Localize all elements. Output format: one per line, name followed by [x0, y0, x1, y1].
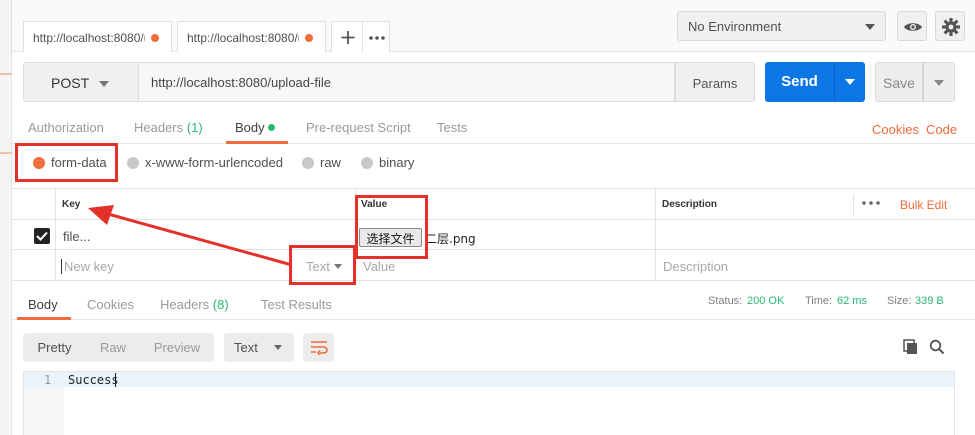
view-pretty-button[interactable]: Pretty: [23, 333, 86, 362]
environment-select[interactable]: No Environment: [677, 11, 886, 41]
chevron-down-icon: [99, 81, 109, 87]
check-icon: [36, 231, 48, 241]
bulk-edit-link[interactable]: Bulk Edit: [900, 198, 947, 212]
response-tab-cookies[interactable]: Cookies: [87, 297, 134, 312]
size-value: 339 B: [915, 295, 944, 307]
chevron-down-icon: [865, 24, 875, 30]
environment-quick-look-button[interactable]: [897, 11, 927, 41]
unsaved-dot: [305, 34, 313, 42]
view-preview-button[interactable]: Preview: [140, 333, 214, 362]
method-select[interactable]: POST: [23, 62, 139, 102]
body-indicator-dot: [268, 124, 275, 131]
unsaved-dot: [151, 34, 159, 42]
active-tab-indicator: [226, 141, 288, 144]
save-button[interactable]: Save: [875, 62, 923, 102]
tab-body[interactable]: Body: [235, 120, 265, 135]
sidebar-edge: [0, 0, 12, 435]
response-tab-headers[interactable]: Headers (8): [160, 297, 229, 312]
send-options-button[interactable]: [834, 62, 865, 102]
method-label: POST: [51, 75, 90, 91]
active-tab-indicator: [17, 317, 71, 320]
annotation-box: [15, 143, 118, 182]
format-select-label: Text: [234, 340, 258, 355]
time-label: Time:: [805, 295, 833, 307]
size-label: Size:: [887, 295, 912, 307]
text-cursor: [61, 259, 62, 274]
more-tabs-button[interactable]: [362, 21, 390, 52]
annotation-box: [289, 245, 356, 285]
chevron-down-icon: [274, 345, 282, 350]
radio-urlencoded[interactable]: [127, 157, 139, 169]
tab-tests[interactable]: Tests: [437, 120, 467, 135]
chevron-down-icon: [845, 79, 855, 85]
request-tab-title: http://localhost:8080/upload-file: [187, 31, 299, 45]
column-divider: [853, 194, 854, 216]
request-tab-2[interactable]: http://localhost:8080/upload-file: [177, 21, 326, 52]
params-button[interactable]: Params: [675, 62, 755, 102]
line-number: 1: [44, 373, 52, 387]
search-icon[interactable]: [929, 339, 945, 355]
radio-raw[interactable]: [302, 157, 314, 169]
radio-urlencoded-label[interactable]: x-www-form-urlencoded: [145, 155, 283, 170]
wrap-lines-icon: [310, 341, 328, 356]
new-description-input[interactable]: Description: [663, 259, 728, 274]
radio-raw-label[interactable]: raw: [320, 155, 341, 170]
key-column-header: Key: [62, 199, 81, 210]
save-options-button[interactable]: [923, 62, 955, 102]
time-value: 62 ms: [837, 295, 867, 307]
copy-icon[interactable]: [903, 339, 919, 355]
column-divider: [55, 189, 56, 280]
status-label: Status:: [708, 295, 743, 307]
response-tab-body[interactable]: Body: [28, 297, 58, 312]
response-headers-label: Headers: [160, 297, 210, 312]
tab-pre-request-script[interactable]: Pre-request Script: [306, 120, 411, 135]
response-line: Success: [68, 373, 119, 387]
column-divider: [655, 189, 656, 280]
annotation-box: [355, 195, 428, 259]
manage-environments-button[interactable]: [935, 11, 965, 41]
tab-authorization[interactable]: Authorization: [28, 120, 104, 135]
more-options-icon[interactable]: [861, 197, 881, 209]
text-cursor: [115, 373, 116, 387]
headers-count: (1): [186, 120, 203, 135]
code-link[interactable]: Code: [926, 122, 957, 137]
cookies-link[interactable]: Cookies: [872, 122, 919, 137]
response-tab-test-results[interactable]: Test Results: [261, 297, 332, 312]
view-raw-button[interactable]: Raw: [86, 333, 140, 362]
row-divider: [12, 280, 975, 281]
status-value: 200 OK: [747, 295, 785, 307]
gear-icon: [942, 18, 960, 36]
request-tab-1[interactable]: http://localhost:8080/upload-file: [23, 21, 172, 52]
new-value-input[interactable]: Value: [363, 259, 395, 274]
eye-icon: [904, 23, 922, 31]
chevron-down-icon: [934, 80, 944, 86]
new-tab-button[interactable]: [331, 21, 363, 52]
active-line-highlight: [24, 372, 954, 387]
url-text: http://localhost:8080/upload-file: [151, 75, 331, 90]
row-enabled-checkbox[interactable]: [34, 228, 50, 244]
file-name: 二层.png: [425, 232, 476, 246]
tab-headers[interactable]: Headers (1): [134, 120, 203, 135]
wrap-lines-button[interactable]: [303, 333, 334, 362]
send-button[interactable]: Send: [765, 62, 834, 102]
more-icon: [369, 36, 385, 40]
format-select[interactable]: Text: [224, 333, 294, 362]
environment-label: No Environment: [688, 19, 782, 34]
radio-binary-label[interactable]: binary: [379, 155, 414, 170]
response-headers-count: (8): [212, 297, 229, 312]
request-tab-title: http://localhost:8080/upload-file: [33, 31, 145, 45]
radio-binary[interactable]: [361, 157, 373, 169]
annotation-arrow: [88, 205, 293, 267]
url-input[interactable]: http://localhost:8080/upload-file: [139, 62, 675, 102]
description-column-header: Description: [662, 199, 718, 210]
plus-icon: [341, 31, 355, 44]
tab-headers-label: Headers: [134, 120, 184, 135]
